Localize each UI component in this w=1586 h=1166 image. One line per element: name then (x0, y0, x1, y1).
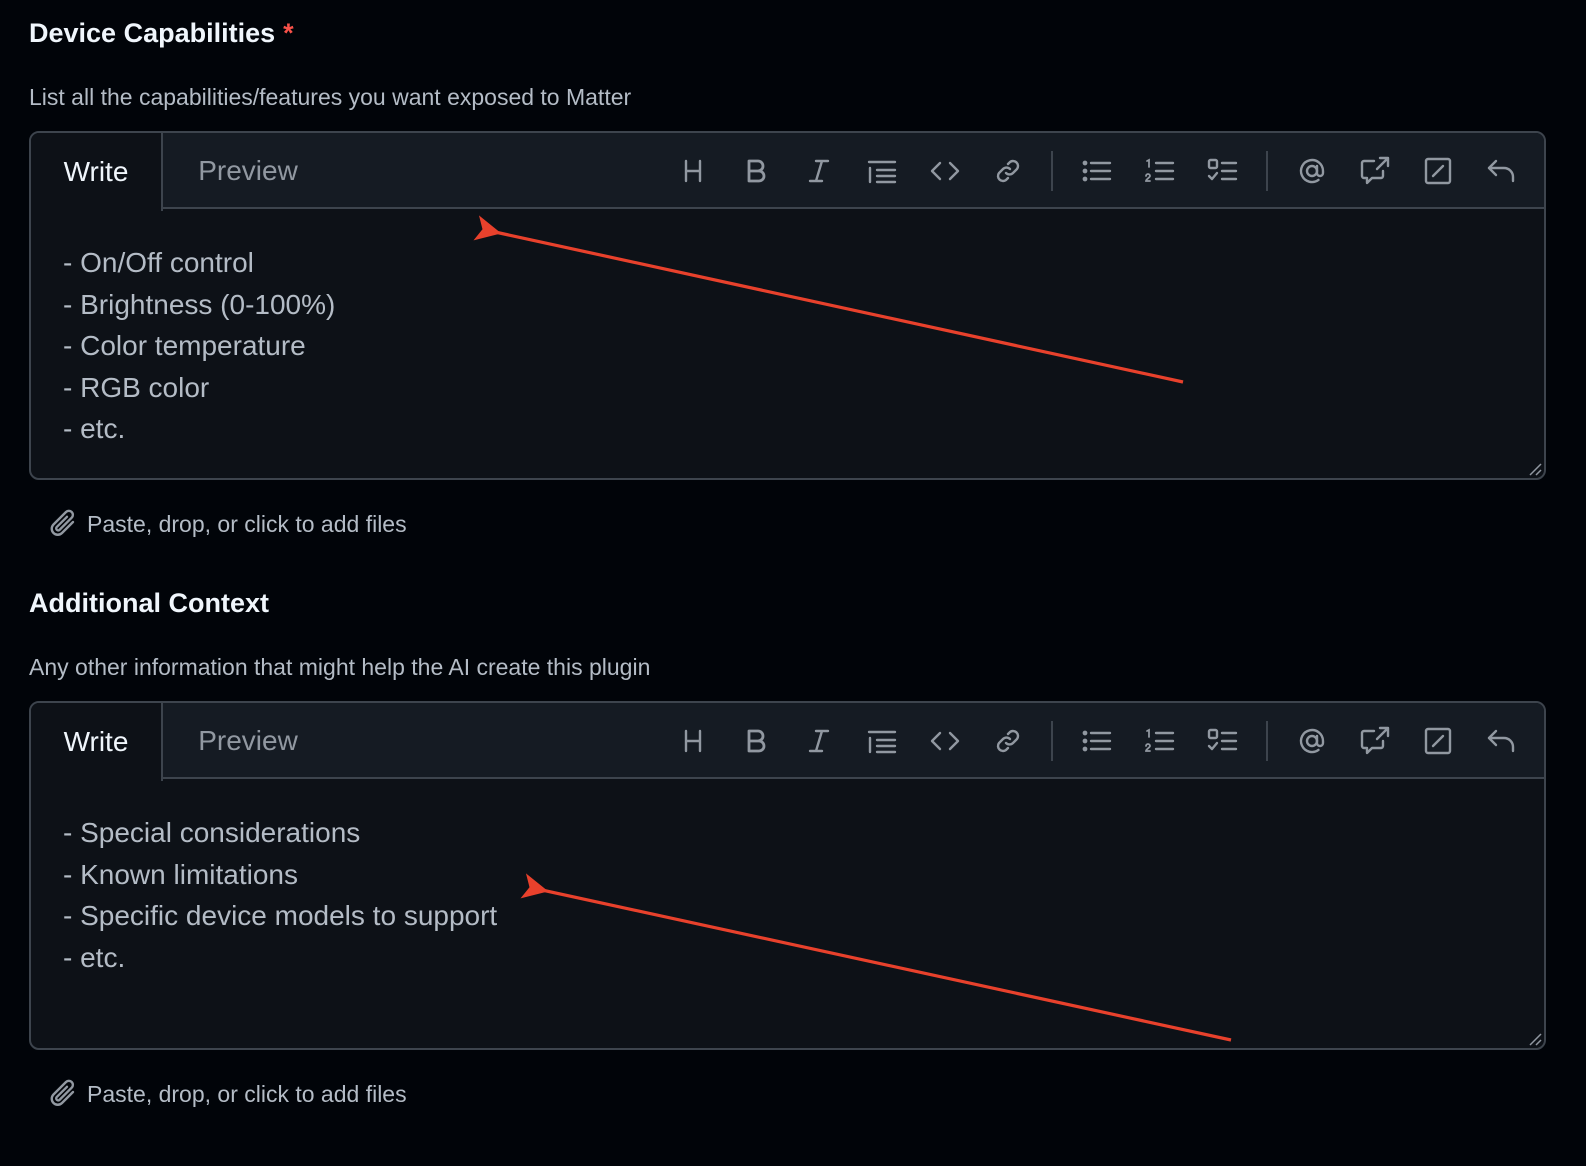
mention-button[interactable] (1280, 146, 1343, 196)
editor-body (31, 781, 1544, 1048)
toolbar-divider (1051, 151, 1053, 191)
cross-reference-button[interactable] (1343, 146, 1406, 196)
saved-replies-icon (1424, 157, 1451, 185)
link-button[interactable] (976, 716, 1039, 766)
ordered-list-icon (1144, 728, 1174, 752)
link-button[interactable] (976, 146, 1039, 196)
editor-header: Write Preview (31, 133, 1544, 211)
toolbar-divider (1266, 721, 1268, 761)
task-list-button[interactable] (1191, 716, 1254, 766)
editor-header: Write Preview (31, 703, 1544, 781)
italic-icon (808, 729, 829, 753)
code-button[interactable] (913, 146, 976, 196)
unordered-list-button[interactable] (1065, 146, 1128, 196)
ordered-list-icon (1144, 158, 1174, 182)
field-label-text: Device Capabilities (29, 18, 276, 48)
markdown-editor: Write Preview (29, 701, 1546, 1050)
italic-button[interactable] (787, 146, 850, 196)
field-description: List all the capabilities/features you w… (29, 84, 632, 110)
bold-icon (747, 729, 765, 753)
quote-icon (867, 160, 896, 184)
task-list-icon (1207, 158, 1237, 181)
field-label: Additional Context (29, 588, 269, 619)
link-icon (996, 159, 1019, 183)
undo-icon (1487, 159, 1514, 183)
field-label: Device Capabilities * (29, 18, 294, 49)
capabilities-textarea[interactable] (31, 211, 1544, 478)
undo-icon (1487, 729, 1514, 753)
tab-preview[interactable]: Preview (165, 703, 331, 779)
required-marker: * (283, 18, 294, 48)
heading-icon (684, 729, 701, 753)
resize-handle-icon[interactable] (1528, 462, 1542, 476)
bold-button[interactable] (724, 716, 787, 766)
italic-icon (808, 159, 829, 183)
task-list-button[interactable] (1191, 146, 1254, 196)
resize-handle-icon[interactable] (1528, 1032, 1542, 1046)
heading-button[interactable] (661, 716, 724, 766)
toolbar-divider (1266, 151, 1268, 191)
quote-button[interactable] (850, 716, 913, 766)
unordered-list-icon (1082, 730, 1111, 752)
tab-write[interactable]: Write (31, 133, 163, 211)
field-description: Any other information that might help th… (29, 654, 651, 680)
context-textarea[interactable] (31, 781, 1544, 1048)
saved-replies-icon (1424, 727, 1451, 755)
quote-button[interactable] (850, 146, 913, 196)
attach-files-button[interactable]: Paste, drop, or click to add files (49, 1078, 407, 1110)
code-icon (930, 731, 959, 751)
markdown-toolbar (661, 133, 1532, 209)
editor-body (31, 211, 1544, 478)
italic-button[interactable] (787, 716, 850, 766)
heading-icon (684, 159, 701, 183)
bold-button[interactable] (724, 146, 787, 196)
attach-files-text: Paste, drop, or click to add files (87, 1080, 407, 1107)
unordered-list-button[interactable] (1065, 716, 1128, 766)
mention-button[interactable] (1280, 716, 1343, 766)
attach-files-button[interactable]: Paste, drop, or click to add files (49, 508, 407, 540)
quote-icon (867, 730, 896, 754)
saved-replies-button[interactable] (1406, 716, 1469, 766)
code-button[interactable] (913, 716, 976, 766)
tab-write[interactable]: Write (31, 703, 163, 781)
mention-icon (1299, 728, 1324, 754)
attach-files-text: Paste, drop, or click to add files (87, 510, 407, 537)
mention-icon (1299, 158, 1324, 184)
paperclip-icon (50, 509, 75, 536)
heading-button[interactable] (661, 146, 724, 196)
markdown-editor: Write Preview (29, 131, 1546, 480)
tab-preview[interactable]: Preview (165, 133, 331, 209)
markdown-toolbar (661, 703, 1532, 779)
issue-form: Device Capabilities * List all the capabi… (0, 0, 1586, 1166)
cross-reference-icon (1360, 726, 1389, 755)
ordered-list-button[interactable] (1128, 146, 1191, 196)
cross-reference-icon (1360, 156, 1389, 185)
bold-icon (747, 159, 765, 183)
cross-reference-button[interactable] (1343, 716, 1406, 766)
undo-button[interactable] (1469, 146, 1532, 196)
link-icon (996, 729, 1019, 753)
code-icon (930, 161, 959, 181)
task-list-icon (1207, 728, 1237, 751)
ordered-list-button[interactable] (1128, 716, 1191, 766)
toolbar-divider (1051, 721, 1053, 761)
field-label-text: Additional Context (29, 588, 269, 618)
unordered-list-icon (1082, 160, 1111, 182)
undo-button[interactable] (1469, 716, 1532, 766)
paperclip-icon (50, 1079, 75, 1106)
saved-replies-button[interactable] (1406, 146, 1469, 196)
